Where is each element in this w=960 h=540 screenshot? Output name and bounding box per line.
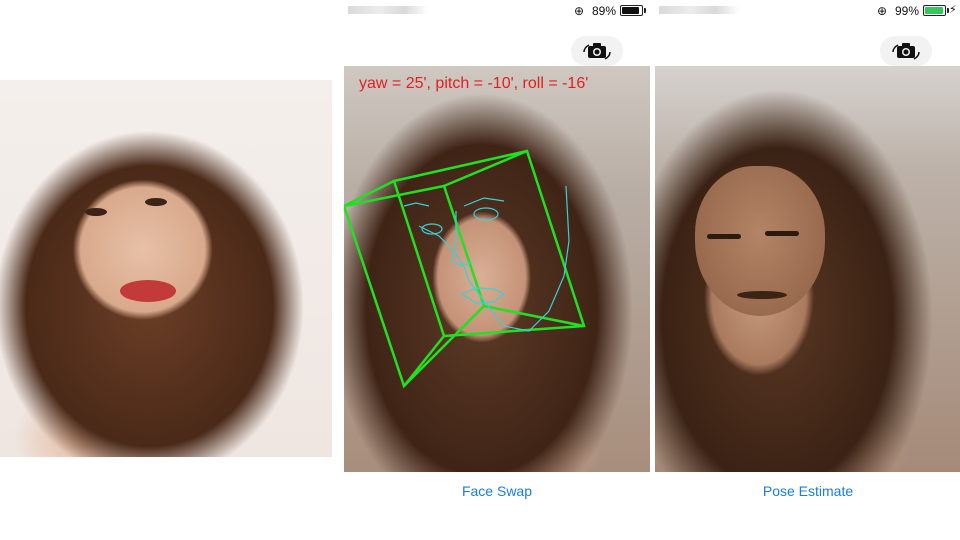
orientation-lock-icon: ⊕ [574,4,585,18]
eye-right [145,198,167,206]
pose-cube [344,149,586,389]
camera-switch-button[interactable] [880,36,932,66]
battery-percentage: 99% [895,4,920,18]
brow-right [765,231,799,236]
charging-bolt-icon: ⚡ [949,4,957,16]
camera-switch-icon [892,43,920,60]
face-swap-button[interactable]: Face Swap [344,483,650,499]
reference-photo [0,80,332,457]
pose-estimate-button[interactable]: Pose Estimate [655,483,960,499]
status-bar: ⊕ 99% ⚡ [655,0,960,22]
camera-switch-button[interactable] [571,36,623,66]
battery-icon [923,5,949,16]
carrier-signal [659,6,739,14]
phone-screen-pose-estimate: ⊕ 99% ⚡ Pose Estimate [655,0,960,540]
battery-icon [620,5,646,16]
eye-left [85,208,107,216]
phone-screen-face-swap: ⊕ 89% yaw = 25', pitch = -10', roll = -1… [344,0,650,540]
camera-preview[interactable] [655,66,960,472]
mustache [737,291,787,299]
orientation-lock-icon: ⊕ [877,4,888,18]
battery-fill [622,7,639,14]
battery-percentage: 89% [592,4,617,18]
status-bar: ⊕ 89% [344,0,650,22]
carrier-signal [348,6,428,14]
lips [120,280,176,302]
camera-switch-icon [583,43,611,60]
pose-overlay: yaw = 25', pitch = -10', roll = -16' [344,75,588,389]
brow-left [707,234,741,239]
camera-preview[interactable]: yaw = 25', pitch = -10', roll = -16' [344,66,650,472]
battery-fill [925,7,943,14]
pose-readout: yaw = 25', pitch = -10', roll = -16' [359,75,588,92]
